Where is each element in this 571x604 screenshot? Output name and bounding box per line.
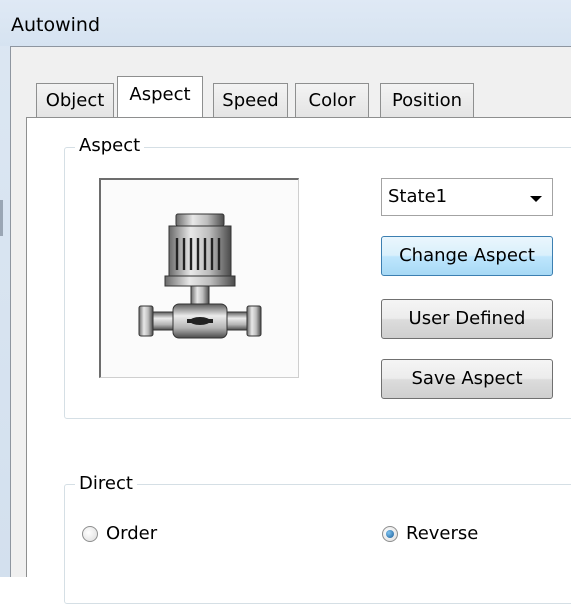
left-edge-marker (0, 200, 3, 236)
autowind-dialog: Autowind Object Aspect Speed Color Posit… (0, 0, 571, 604)
change-aspect-label: Change Aspect (399, 245, 535, 266)
chevron-down-icon[interactable] (530, 196, 542, 202)
tab-object[interactable]: Object (36, 83, 114, 117)
tab-label: Aspect (129, 84, 191, 105)
tab-label: Color (308, 90, 356, 111)
aspect-tab-panel: Aspect State1 Change Aspect User Defined… (26, 117, 571, 604)
aspect-group-label: Aspect (75, 135, 145, 157)
save-aspect-button[interactable]: Save Aspect (381, 359, 553, 399)
order-radio-label[interactable]: Order (106, 523, 157, 545)
tab-label: Speed (222, 90, 279, 111)
change-aspect-button[interactable]: Change Aspect (381, 236, 553, 276)
direct-group-label: Direct (75, 473, 137, 495)
radio-selected-dot (386, 530, 394, 538)
tab-position[interactable]: Position (380, 83, 474, 117)
tab-label: Object (45, 90, 105, 111)
user-defined-button[interactable]: User Defined (381, 299, 553, 339)
tab-color[interactable]: Color (295, 83, 369, 117)
window-title: Autowind (11, 14, 101, 36)
pump-icon (138, 213, 262, 339)
tab-aspect[interactable]: Aspect (117, 76, 203, 117)
aspect-preview (99, 178, 299, 378)
title-bar: Autowind (0, 0, 571, 46)
state-select-value: State1 (388, 186, 448, 207)
user-defined-label: User Defined (408, 308, 526, 329)
tab-speed[interactable]: Speed (213, 83, 288, 117)
save-aspect-label: Save Aspect (411, 368, 523, 389)
tab-label: Position (391, 90, 463, 111)
reverse-radio[interactable] (382, 526, 398, 542)
reverse-radio-label[interactable]: Reverse (406, 523, 478, 545)
order-radio[interactable] (82, 526, 98, 542)
aspect-state-select[interactable]: State1 (381, 178, 553, 216)
